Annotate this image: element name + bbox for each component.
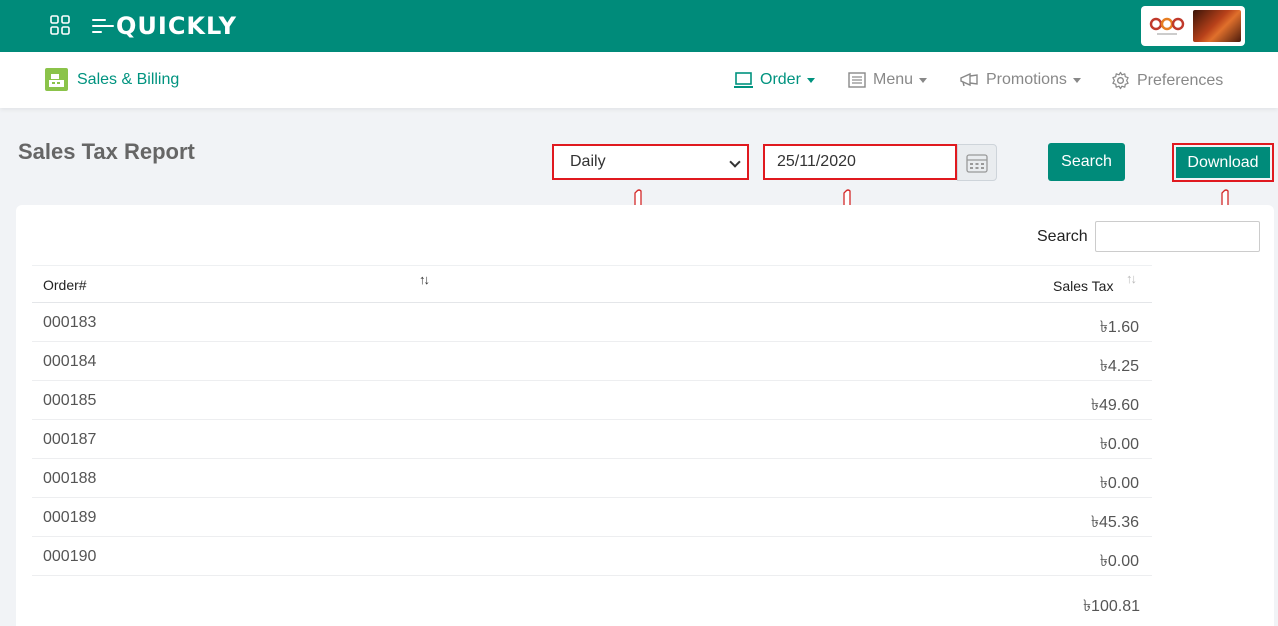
apps-grid-icon[interactable] [50, 15, 70, 35]
sales-tax-total: ৳100.81 [1083, 598, 1140, 615]
nav-order-label: Order [760, 71, 801, 88]
order-icon [734, 71, 753, 88]
cash-register-icon [45, 68, 68, 91]
period-select[interactable]: Daily [552, 144, 749, 180]
restaurant-brand[interactable] [1141, 6, 1245, 46]
order-number: 000187 [43, 431, 97, 448]
sales-tax-value: ৳0.00 [1099, 475, 1139, 492]
table-row: 000185 ৳49.60 [32, 381, 1152, 420]
table-search-input[interactable] [1095, 221, 1260, 252]
top-bar: QUICKLY [0, 0, 1278, 52]
table-row: 000188 ৳0.00 [32, 459, 1152, 498]
sort-asc-icon[interactable]: ↑↓ [419, 272, 430, 287]
order-number: 000185 [43, 392, 97, 409]
table-search-label: Search [1037, 228, 1088, 245]
nav-order[interactable]: Order [734, 71, 815, 89]
menu-list-icon [848, 72, 866, 88]
period-select-value: Daily [570, 153, 606, 170]
module-navbar: Sales & Billing Order Menu Promotions Pr… [0, 52, 1278, 108]
table-row: 000189 ৳45.36 [32, 498, 1152, 537]
sales-tax-value: ৳45.36 [1090, 514, 1139, 531]
megaphone-icon [960, 72, 978, 87]
chevron-down-icon [919, 77, 928, 83]
table-row: 000183 ৳1.60 [32, 303, 1152, 342]
chevron-down-icon [1072, 77, 1081, 83]
table-header: Order# ↑↓ Sales Tax ↑↓ [32, 265, 1152, 303]
gear-icon [1112, 71, 1129, 90]
sales-tax-table: Order# ↑↓ Sales Tax ↑↓ 000183 ৳1.60 0001… [32, 265, 1152, 576]
page-title: Sales Tax Report [18, 139, 195, 164]
sales-tax-value: ৳49.60 [1090, 397, 1139, 414]
sales-tax-value: ৳0.00 [1099, 436, 1139, 453]
nav-preferences[interactable]: Preferences [1111, 71, 1223, 90]
order-number: 000190 [43, 548, 97, 565]
table-row: 000190 ৳0.00 [32, 537, 1152, 576]
table-row: 000184 ৳4.25 [32, 342, 1152, 381]
restaurant-logo-icon [1149, 17, 1185, 35]
chevron-down-icon [729, 156, 741, 168]
speed-lines-icon [92, 19, 114, 33]
sales-tax-value: ৳4.25 [1099, 358, 1139, 375]
order-number: 000184 [43, 353, 97, 370]
table-row: 000187 ৳0.00 [32, 420, 1152, 459]
calendar-icon [966, 153, 988, 173]
search-button[interactable]: Search [1048, 143, 1125, 181]
column-header-sales-tax[interactable]: Sales Tax [1053, 278, 1113, 294]
date-input-value: 25/11/2020 [777, 153, 856, 170]
nav-promotions[interactable]: Promotions [959, 71, 1081, 89]
app-logo[interactable]: QUICKLY [92, 11, 237, 41]
nav-brand-label: Sales & Billing [77, 70, 180, 88]
sort-icon[interactable]: ↑↓ [1126, 271, 1137, 286]
calendar-button[interactable] [957, 144, 997, 181]
nav-promotions-label: Promotions [986, 71, 1067, 88]
order-number: 000183 [43, 314, 97, 331]
app-logo-text: QUICKLY [116, 12, 237, 40]
date-input[interactable]: 25/11/2020 [763, 144, 957, 180]
order-number: 000188 [43, 470, 97, 487]
download-button[interactable]: Download [1176, 147, 1270, 178]
download-highlight: Download [1172, 143, 1274, 182]
sales-tax-value: ৳1.60 [1099, 319, 1139, 336]
sales-tax-value: ৳0.00 [1099, 553, 1139, 570]
nav-brand[interactable]: Sales & Billing [45, 68, 179, 91]
chevron-down-icon [806, 77, 815, 83]
order-number: 000189 [43, 509, 97, 526]
nav-preferences-label: Preferences [1137, 71, 1224, 89]
nav-menu[interactable]: Menu [848, 71, 928, 89]
column-header-order[interactable]: Order# [43, 277, 87, 293]
nav-menu-label: Menu [873, 71, 914, 88]
restaurant-photo [1193, 10, 1241, 42]
